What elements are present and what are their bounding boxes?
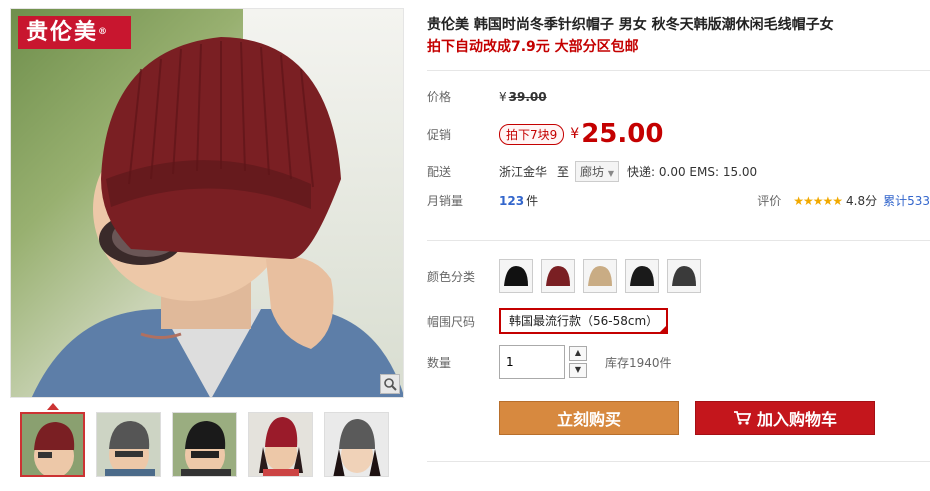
active-thumb-pointer bbox=[47, 403, 59, 410]
product-title: 贵伦美 韩国时尚冬季针织帽子 男女 秋冬天韩版潮休闲毛线帽子女 bbox=[427, 17, 834, 33]
shipping-fees: 快递: 0.00 EMS: 15.00 bbox=[627, 165, 758, 179]
color-swatch-wine-red[interactable] bbox=[541, 259, 575, 293]
shipping-label: 配送 bbox=[427, 165, 452, 179]
size-option-selected[interactable]: 韩国最流行款（56-58cm） bbox=[499, 308, 669, 334]
ship-to-label: 至 bbox=[557, 165, 570, 179]
thumbnail-2[interactable] bbox=[96, 412, 161, 477]
zoom-magnifier-icon[interactable] bbox=[380, 374, 400, 394]
selected-check-icon bbox=[658, 324, 669, 334]
decrement-down-icon[interactable]: ▼ bbox=[569, 363, 587, 378]
promotion-tag: 拍下7块9 bbox=[499, 123, 565, 145]
shipping-row: 配送 浙江金华 至 廊坊 ▼ 快递: 0.00 EMS: 15.00 bbox=[427, 161, 757, 182]
rating-score: 4.8分 bbox=[846, 194, 878, 208]
divider bbox=[427, 461, 930, 462]
destination-select[interactable]: 廊坊 ▼ bbox=[575, 161, 620, 182]
monthly-sales-count[interactable]: 123 bbox=[499, 194, 524, 208]
thumbnail-5[interactable] bbox=[324, 412, 389, 477]
monthly-sales-label: 月销量 bbox=[427, 194, 464, 208]
chevron-down-icon: ▼ bbox=[607, 169, 615, 178]
brand-logo: 贵伦美® bbox=[18, 16, 131, 49]
size-row: 帽围尺码 韩国最流行款（56-58cm） bbox=[427, 308, 669, 334]
cart-icon bbox=[733, 411, 751, 425]
ship-origin: 浙江金华 bbox=[499, 165, 548, 179]
thumbnail-4[interactable] bbox=[248, 412, 313, 477]
thumbnail-3[interactable] bbox=[172, 412, 237, 477]
currency-symbol: ¥ bbox=[499, 89, 507, 104]
rating-label: 评价 bbox=[757, 194, 782, 208]
quantity-input[interactable] bbox=[499, 345, 565, 379]
model-with-beanie-illustration bbox=[31, 37, 403, 397]
color-label: 颜色分类 bbox=[427, 269, 476, 284]
cumulative-reviews-link[interactable]: 累计533 bbox=[883, 192, 930, 209]
promotion-row: 促销 拍下7块9 ¥ 25.00 bbox=[427, 118, 663, 150]
price-row: 价格 ¥ 39.00 bbox=[427, 88, 547, 105]
quantity-row: 数量 ▲ ▼ 库存1940件 bbox=[427, 345, 672, 379]
add-to-cart-button[interactable]: 加入购物车 bbox=[695, 401, 875, 435]
color-row: 颜色分类 bbox=[427, 259, 709, 293]
thumbnail-1[interactable] bbox=[20, 412, 85, 477]
sales-row: 月销量 123 件 评价 ★★★★★ 4.8分 累计533 bbox=[427, 192, 930, 209]
divider bbox=[427, 70, 930, 71]
promotion-price: 25.00 bbox=[581, 119, 664, 149]
thumbnail-strip bbox=[10, 412, 404, 477]
size-option-text: 韩国最流行款（56-58cm） bbox=[509, 314, 659, 328]
quantity-label: 数量 bbox=[427, 355, 452, 370]
rating-stars-icon: ★★★★★ bbox=[793, 193, 843, 208]
buy-now-button[interactable]: 立刻购买 bbox=[499, 401, 679, 435]
original-price: 39.00 bbox=[508, 89, 547, 104]
color-swatch-dark-gray[interactable] bbox=[667, 259, 701, 293]
color-swatch-khaki[interactable] bbox=[583, 259, 617, 293]
main-product-image[interactable]: 贵伦美® bbox=[10, 8, 404, 398]
stock-text: 库存1940件 bbox=[605, 355, 672, 370]
promotion-label: 促销 bbox=[427, 127, 452, 142]
quantity-stepper: ▲ ▼ bbox=[569, 346, 587, 378]
product-gallery: 贵伦美® bbox=[10, 8, 404, 477]
product-info-panel: 贵伦美 韩国时尚冬季针织帽子 男女 秋冬天韩版潮休闲毛线帽子女 拍下自动改成7.… bbox=[427, 14, 930, 462]
promo-text: 拍下自动改成7.9元 大部分区包邮 bbox=[427, 39, 639, 55]
size-label: 帽围尺码 bbox=[427, 314, 476, 329]
promo-currency-symbol: ¥ bbox=[570, 126, 580, 142]
divider bbox=[427, 240, 930, 241]
sales-unit: 件 bbox=[526, 194, 539, 208]
price-label: 价格 bbox=[427, 90, 452, 104]
color-swatch-black-2[interactable] bbox=[625, 259, 659, 293]
increment-up-icon[interactable]: ▲ bbox=[569, 346, 587, 361]
color-swatch-black[interactable] bbox=[499, 259, 533, 293]
